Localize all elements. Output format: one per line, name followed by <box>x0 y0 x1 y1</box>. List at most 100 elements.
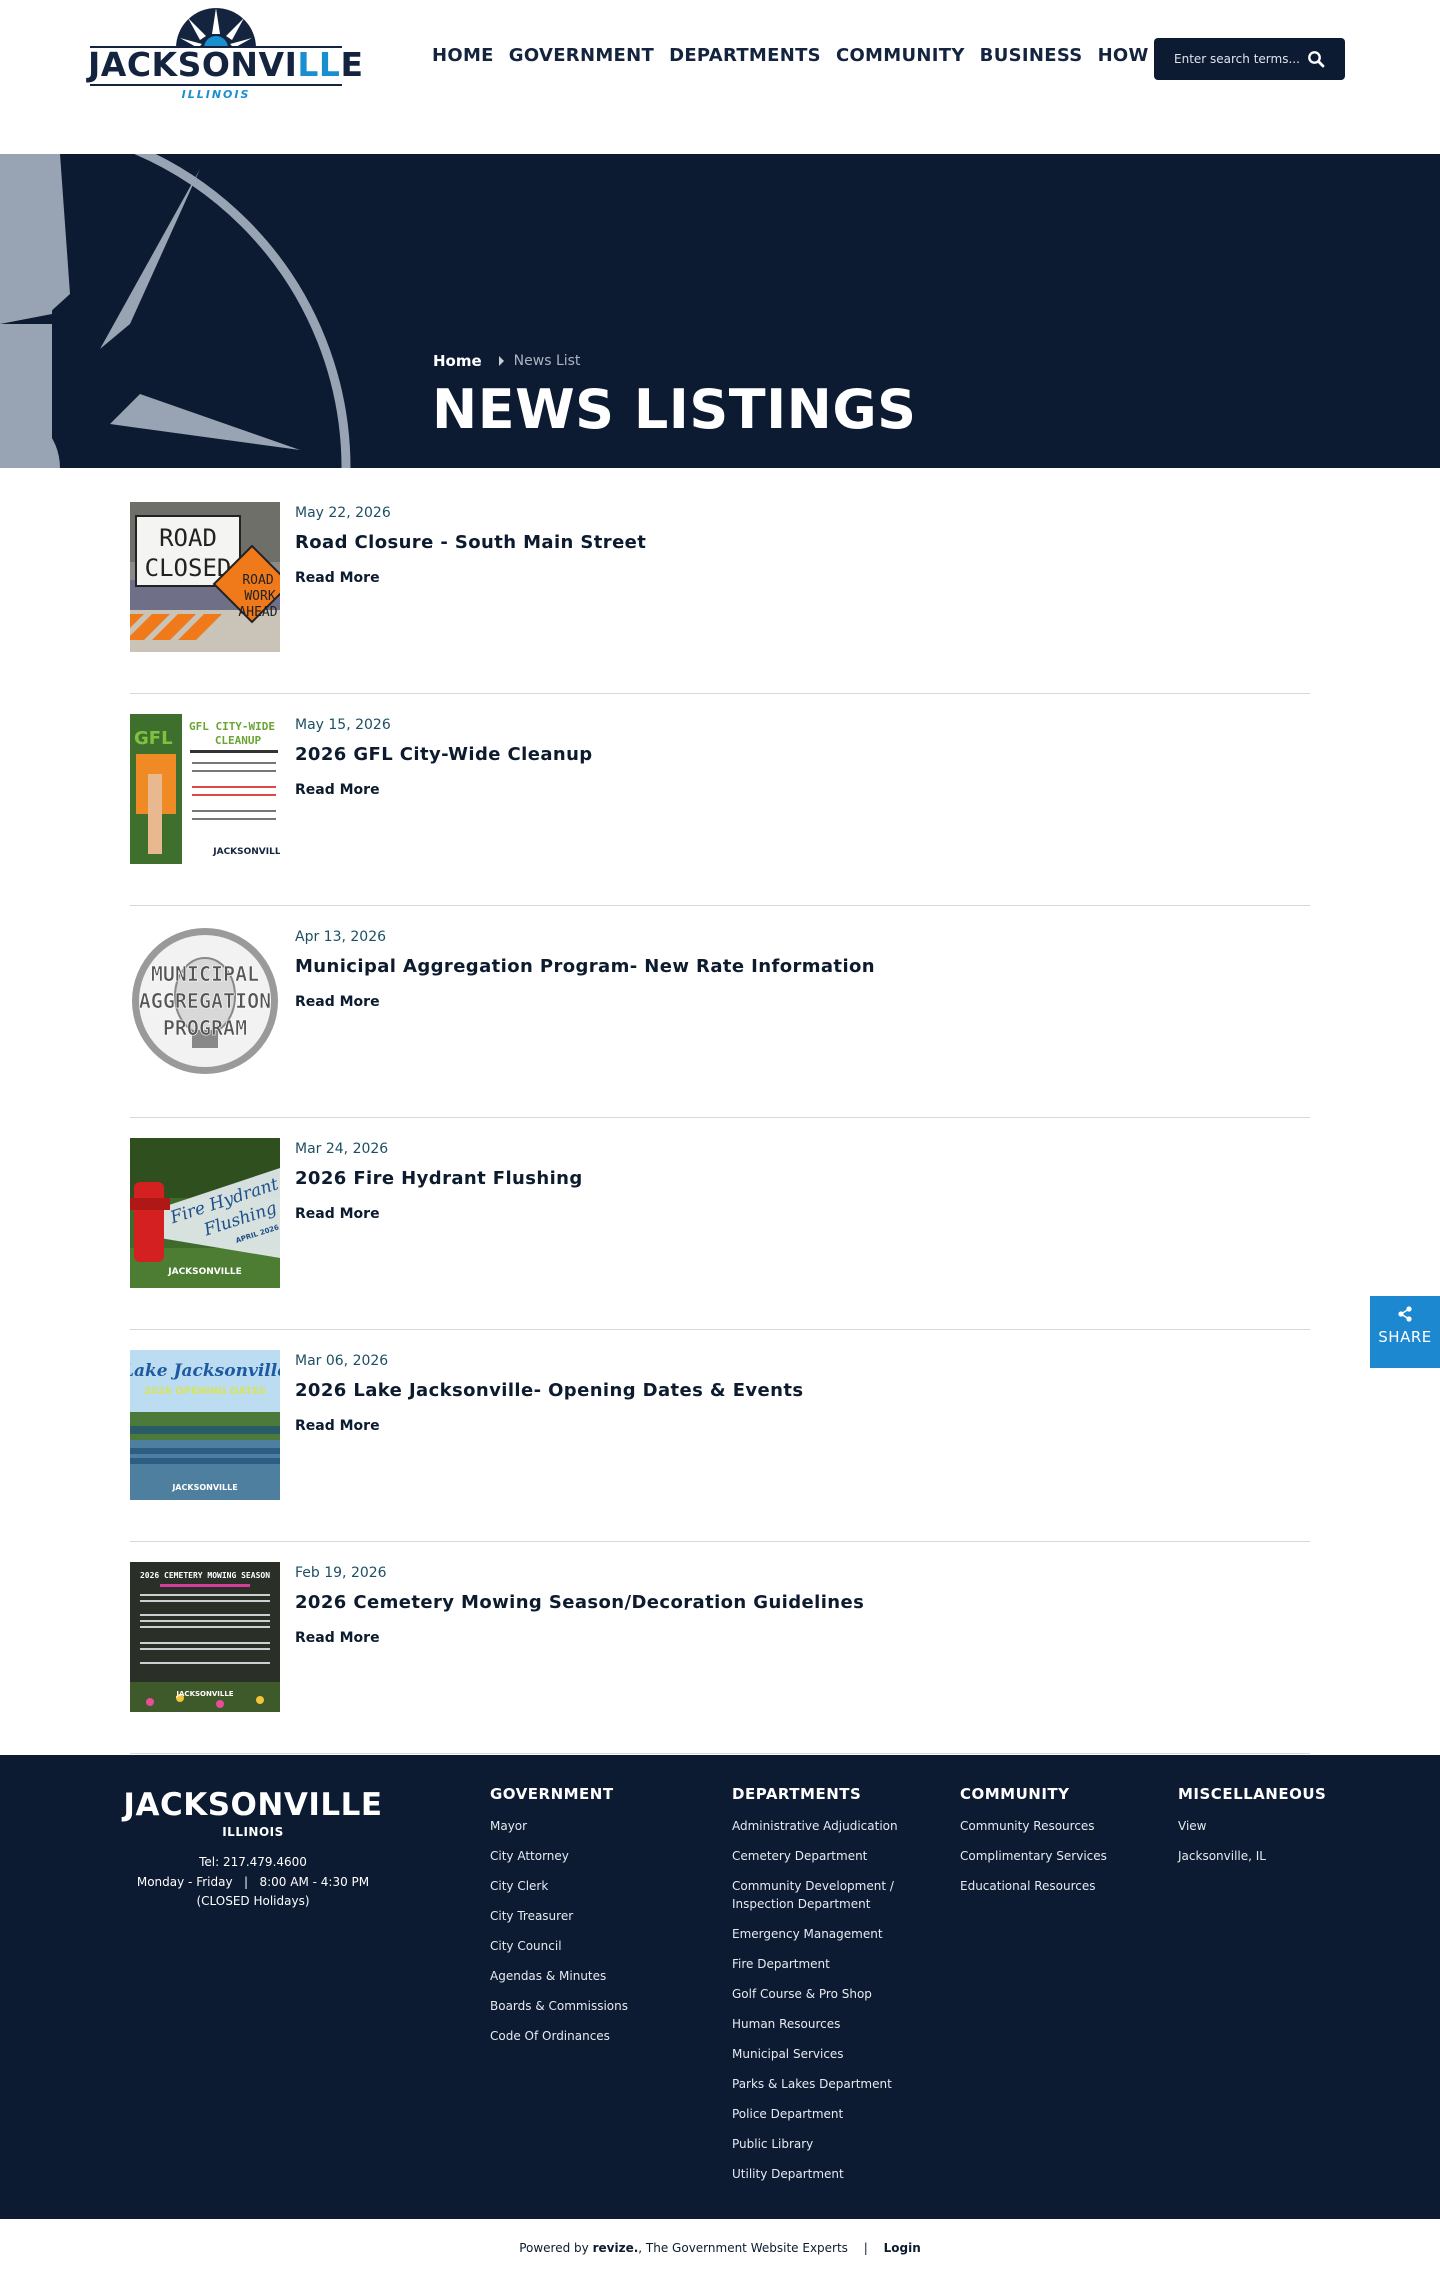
footer-link[interactable]: Jacksonville, IL <box>1178 1847 1326 1865</box>
compass-watermark-icon <box>0 154 351 468</box>
news-date: Mar 24, 2026 <box>295 1141 389 1157</box>
site-logo[interactable]: JACKSONVILLE ILLINOIS <box>88 4 364 104</box>
thumb-text: CLOSED <box>145 554 232 582</box>
share-icon <box>1398 1306 1412 1322</box>
revize-link[interactable]: revize. <box>593 2241 639 2255</box>
footer-link[interactable]: City Council <box>490 1937 628 1955</box>
thumb-text: WORK <box>244 589 275 604</box>
site-header: JACKSONVILLE ILLINOIS HOME GOVERNMENT DE… <box>0 0 1440 154</box>
footer-link[interactable]: Parks & Lakes Department <box>732 2075 912 2093</box>
footer-link[interactable]: View <box>1178 1817 1326 1835</box>
logo-wordmark: JACKSONVILLE <box>88 45 364 84</box>
search-icon[interactable] <box>1307 50 1325 68</box>
news-thumbnail[interactable]: ROAD CLOSED ROAD WORK AHEAD <box>130 502 280 652</box>
footer-link[interactable]: Complimentary Services <box>960 1847 1107 1865</box>
news-title[interactable]: Road Closure - South Main Street <box>295 532 646 553</box>
read-more-link[interactable]: Read More <box>295 994 380 1010</box>
footer-link[interactable]: Utility Department <box>732 2165 912 2183</box>
thumb-text: Lake Jacksonville <box>130 1361 280 1381</box>
logo-rule-bottom <box>90 84 342 86</box>
breadcrumb-home[interactable]: Home <box>433 352 482 370</box>
footer-link[interactable]: Agendas & Minutes <box>490 1967 628 1985</box>
news-item: 2026 CEMETERY MOWING SEASON JACKSONVILLE… <box>130 1562 1310 1754</box>
thumb-text: AHEAD <box>238 605 277 620</box>
logo-state: ILLINOIS <box>181 88 251 101</box>
footer-column-community: COMMUNITY Community Resources Compliment… <box>960 1785 1107 1907</box>
page-title: NEWS LISTINGS <box>432 378 917 441</box>
footer-link[interactable]: City Clerk <box>490 1877 628 1895</box>
news-thumbnail[interactable]: Fire Hydrant Flushing APRIL 2026 JACKSON… <box>130 1138 280 1288</box>
footer-link[interactable]: Educational Resources <box>960 1877 1107 1895</box>
news-thumbnail[interactable]: GFL GFL CITY-WIDE CLEANUP JACKSONVILLE <box>130 714 280 864</box>
footer-link[interactable]: Community Resources <box>960 1817 1107 1835</box>
thumb-text: ROAD <box>159 524 217 552</box>
nav-business[interactable]: BUSINESS <box>980 42 1083 70</box>
footer-link[interactable]: Emergency Management <box>732 1925 912 1943</box>
footer-link[interactable]: Public Library <box>732 2135 912 2153</box>
footer-heading: DEPARTMENTS <box>732 1785 862 1803</box>
footer-heading: COMMUNITY <box>960 1785 1070 1803</box>
tagline: The Government Website Experts <box>645 2241 848 2255</box>
news-list: ROAD CLOSED ROAD WORK AHEAD May 22, 2026… <box>130 502 1310 1754</box>
footer-link[interactable]: Fire Department <box>732 1955 912 1973</box>
footer-link[interactable]: Administrative Adjudication <box>732 1817 912 1835</box>
thumb-text: 2026 OPENING DATES <box>144 1386 266 1397</box>
share-button[interactable]: SHARE <box>1370 1296 1440 1368</box>
footer-column-miscellaneous: MISCELLANEOUS View Jacksonville, IL <box>1178 1785 1326 1877</box>
news-thumbnail[interactable]: 2026 CEMETERY MOWING SEASON JACKSONVILLE <box>130 1562 280 1712</box>
footer-phone[interactable]: Tel: 217.479.4600 <box>100 1855 406 1869</box>
news-title[interactable]: 2026 Cemetery Mowing Season/Decoration G… <box>295 1592 864 1613</box>
breadcrumb-arrow-icon <box>498 356 504 366</box>
footer-heading: MISCELLANEOUS <box>1178 1785 1327 1803</box>
read-more-link[interactable]: Read More <box>295 570 380 586</box>
site-footer: JACKSONVILLE ILLINOIS Tel: 217.479.4600 … <box>0 1755 1440 2219</box>
svg-text:CLEANUP: CLEANUP <box>215 734 262 747</box>
footer-link[interactable]: Community Development / Inspection Depar… <box>732 1877 912 1913</box>
footer-link[interactable]: Municipal Services <box>732 2045 912 2063</box>
separator: | <box>863 2241 868 2255</box>
footer-link[interactable]: Golf Course & Pro Shop <box>732 1985 912 2003</box>
thumb-text: JACKSONVILLE <box>212 847 280 857</box>
news-title[interactable]: Municipal Aggregation Program- New Rate … <box>295 956 875 977</box>
breadcrumb: Home News List <box>433 352 580 370</box>
news-item: ROAD CLOSED ROAD WORK AHEAD May 22, 2026… <box>130 502 1310 694</box>
read-more-link[interactable]: Read More <box>295 782 380 798</box>
breadcrumb-current: News List <box>513 353 581 369</box>
read-more-link[interactable]: Read More <box>295 1206 380 1222</box>
footer-city-name: JACKSONVILLE <box>123 1787 383 1823</box>
thumb-text: AGGREGATION <box>139 989 271 1013</box>
news-title[interactable]: 2026 Lake Jacksonville- Opening Dates & … <box>295 1380 803 1401</box>
footer-link[interactable]: City Treasurer <box>490 1907 628 1925</box>
news-title[interactable]: 2026 GFL City-Wide Cleanup <box>295 744 593 765</box>
news-date: May 22, 2026 <box>295 505 391 521</box>
read-more-link[interactable]: Read More <box>295 1630 380 1646</box>
thumb-text: JACKSONVILLE <box>175 1690 233 1698</box>
search-input[interactable] <box>1174 52 1324 66</box>
nav-community[interactable]: COMMUNITY <box>836 42 965 70</box>
footer-link[interactable]: Code Of Ordinances <box>490 2027 628 2045</box>
news-thumbnail[interactable]: MUNICIPAL AGGREGATION PROGRAM <box>130 926 280 1076</box>
footer-link[interactable]: City Attorney <box>490 1847 628 1865</box>
read-more-link[interactable]: Read More <box>295 1418 380 1434</box>
footer-link[interactable]: Police Department <box>732 2105 912 2123</box>
footer-link[interactable]: Boards & Commissions <box>490 1997 628 2015</box>
footer-link[interactable]: Cemetery Department <box>732 1847 912 1865</box>
news-item: Fire Hydrant Flushing APRIL 2026 JACKSON… <box>130 1138 1310 1330</box>
footer-state: ILLINOIS <box>222 1825 284 1839</box>
news-date: Mar 06, 2026 <box>295 1353 389 1369</box>
page-banner: Home News List NEWS LISTINGS <box>0 154 1440 468</box>
news-title[interactable]: 2026 Fire Hydrant Flushing <box>295 1168 583 1189</box>
nav-government[interactable]: GOVERNMENT <box>509 42 654 70</box>
nav-home[interactable]: HOME <box>432 42 494 70</box>
news-thumbnail[interactable]: Lake Jacksonville 2026 OPENING DATES JAC… <box>130 1350 280 1500</box>
nav-departments[interactable]: DEPARTMENTS <box>669 42 821 70</box>
thumb-text: JACKSONVILLE <box>171 1483 237 1492</box>
thumb-text: ROAD <box>242 573 273 588</box>
footer-brand: JACKSONVILLE ILLINOIS Tel: 217.479.4600 … <box>100 1787 406 1908</box>
powered-by-text: Powered by <box>519 2241 589 2255</box>
footer-link[interactable]: Human Resources <box>732 2015 912 2033</box>
login-link[interactable]: Login <box>884 2241 921 2255</box>
search-box <box>1154 38 1345 80</box>
share-label: SHARE <box>1378 1328 1432 1346</box>
footer-link[interactable]: Mayor <box>490 1817 628 1835</box>
